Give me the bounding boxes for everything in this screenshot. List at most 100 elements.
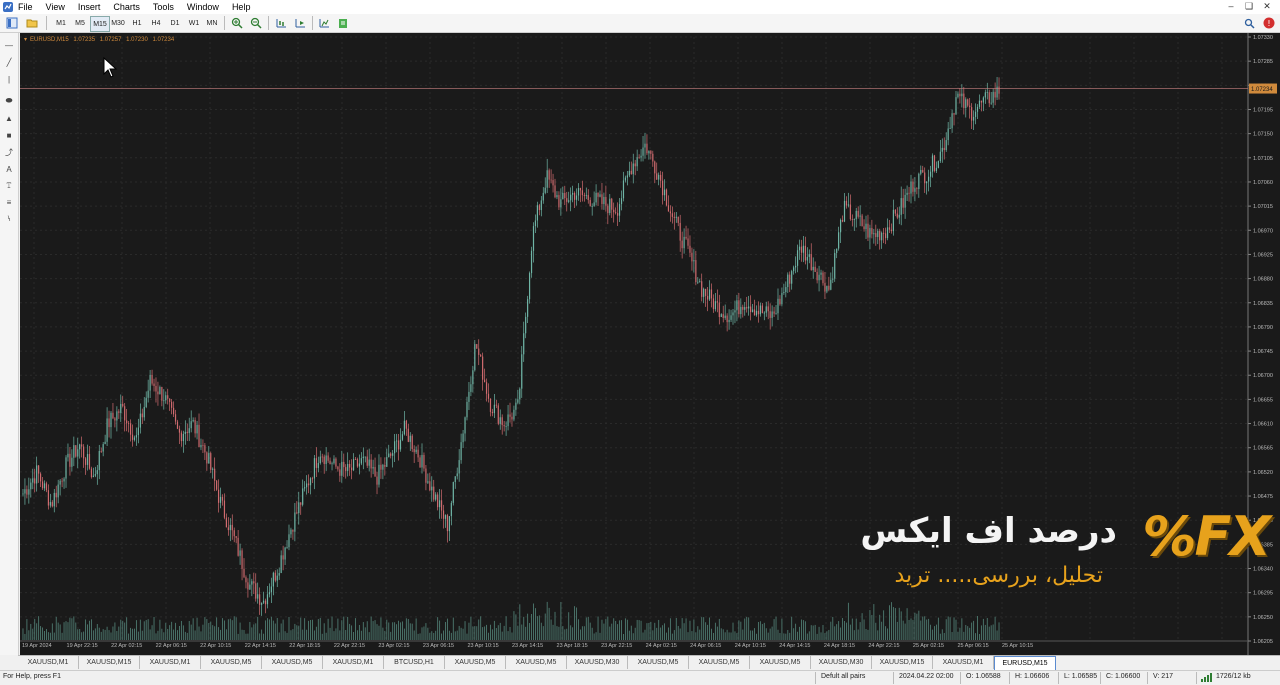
zoom-in-icon[interactable] bbox=[229, 16, 245, 30]
candle-body bbox=[593, 202, 595, 207]
timeframe-m15[interactable]: M15 bbox=[90, 16, 110, 32]
chart-tab[interactable]: XAUUSD,M1 bbox=[933, 656, 994, 669]
timeframe-d1[interactable]: D1 bbox=[166, 16, 184, 30]
alert-icon[interactable]: ! bbox=[1262, 16, 1276, 30]
menu-charts[interactable]: Charts bbox=[113, 2, 140, 12]
rectangle-icon[interactable]: ■ bbox=[3, 129, 15, 141]
candle-body bbox=[839, 219, 842, 233]
open-folder-icon[interactable] bbox=[24, 16, 40, 30]
profile-name[interactable]: Defult all pairs bbox=[821, 673, 865, 680]
chart-tab[interactable]: XAUUSD,M1 bbox=[18, 656, 79, 669]
y-tick-label: 1.06925 bbox=[1253, 252, 1273, 258]
candle-body bbox=[753, 309, 756, 316]
candle-body bbox=[65, 457, 67, 479]
indicators-icon[interactable] bbox=[316, 16, 332, 30]
status-traffic: 1726/12 kb bbox=[1216, 673, 1251, 680]
candle-body bbox=[409, 435, 411, 442]
new-chart-icon[interactable] bbox=[4, 16, 20, 30]
x-tick-label: 24 Apr 10:15 bbox=[735, 643, 766, 649]
candle-body bbox=[929, 171, 932, 177]
timeframe-h1[interactable]: H1 bbox=[128, 16, 146, 30]
timeframe-w1[interactable]: W1 bbox=[185, 16, 203, 30]
chart-tab[interactable]: XAUUSD,M15 bbox=[872, 656, 933, 669]
candle-body bbox=[548, 170, 550, 180]
search-icon[interactable] bbox=[1242, 16, 1256, 30]
menu-window[interactable]: Window bbox=[187, 2, 219, 12]
vertical-line-icon[interactable]: | bbox=[3, 73, 15, 85]
ohlc-open: 1.07235 bbox=[73, 37, 96, 43]
chart-tab[interactable]: XAUUSD,M1 bbox=[323, 656, 384, 669]
chart-tab[interactable]: XAUUSD,M15 bbox=[79, 656, 140, 669]
candle-body bbox=[777, 298, 779, 314]
templates-icon[interactable] bbox=[335, 16, 351, 30]
candle-body bbox=[767, 306, 769, 312]
candle-body bbox=[186, 431, 188, 434]
menu-file[interactable]: File bbox=[18, 2, 33, 12]
candle-body bbox=[591, 206, 593, 207]
collapse-arrow-icon[interactable]: ▾ bbox=[24, 37, 27, 43]
chart-tab[interactable]: XAUUSD,M1 bbox=[140, 656, 201, 669]
menu-tools[interactable]: Tools bbox=[153, 2, 174, 12]
candle-body bbox=[149, 374, 151, 391]
chart-tab[interactable]: XAUUSD,M30 bbox=[567, 656, 628, 669]
candle-body bbox=[327, 455, 329, 461]
chart-tab[interactable]: XAUUSD,M5 bbox=[628, 656, 689, 669]
candle-body bbox=[638, 157, 640, 158]
candle-body bbox=[137, 427, 139, 436]
close-icon[interactable]: ✕ bbox=[1258, 1, 1276, 12]
trendline-icon[interactable]: ╱ bbox=[3, 56, 15, 68]
candle-body bbox=[544, 187, 546, 193]
candle-body bbox=[597, 192, 599, 197]
chart-tab[interactable]: EURUSD,M15 bbox=[994, 656, 1056, 671]
timeframe-m1[interactable]: M1 bbox=[52, 16, 70, 30]
candle-body bbox=[294, 512, 296, 532]
candle-body bbox=[699, 281, 701, 283]
candle-body bbox=[904, 194, 906, 208]
menu-view[interactable]: View bbox=[46, 2, 65, 12]
timeframe-m5[interactable]: M5 bbox=[71, 16, 89, 30]
candle-body bbox=[892, 209, 894, 232]
chart-shift-icon[interactable] bbox=[273, 16, 289, 30]
y-tick-label: 1.06835 bbox=[1253, 301, 1273, 307]
candle-body bbox=[757, 310, 760, 315]
candle-body bbox=[536, 205, 539, 221]
fibonacci-icon[interactable]: ⧷ bbox=[3, 213, 15, 225]
chart-tab[interactable]: XAUUSD,M5 bbox=[689, 656, 750, 669]
timeframe-h4[interactable]: H4 bbox=[147, 16, 165, 30]
candle-body bbox=[573, 192, 576, 200]
text-label-icon[interactable]: 𝚃 bbox=[3, 180, 15, 192]
candle-body bbox=[572, 192, 574, 195]
candle-body bbox=[237, 537, 239, 556]
restore-icon[interactable]: ❑ bbox=[1240, 1, 1258, 12]
chart-tab[interactable]: BTCUSD,H1 bbox=[384, 656, 445, 669]
candle-body bbox=[922, 169, 924, 173]
chart-tab[interactable]: XAUUSD,M5 bbox=[445, 656, 506, 669]
arrows-icon[interactable]: ⤴ bbox=[3, 146, 15, 158]
ellipse-icon[interactable]: ⬬ bbox=[3, 95, 15, 107]
chart-tab[interactable]: XAUUSD,M5 bbox=[750, 656, 811, 669]
candle-body bbox=[865, 223, 867, 230]
candle-body bbox=[859, 215, 861, 217]
channel-icon[interactable]: ≡ bbox=[3, 196, 15, 208]
autoscroll-icon[interactable] bbox=[292, 16, 308, 30]
timeframe-m30[interactable]: M30 bbox=[109, 16, 127, 30]
candle-body bbox=[587, 195, 589, 201]
horizontal-line-icon[interactable]: — bbox=[3, 39, 15, 51]
candle-body bbox=[63, 478, 65, 482]
candle-body bbox=[435, 494, 437, 500]
zoom-out-icon[interactable] bbox=[248, 16, 264, 30]
chart-tab[interactable]: XAUUSD,M5 bbox=[506, 656, 567, 669]
menu-help[interactable]: Help bbox=[232, 2, 251, 12]
triangle-icon[interactable]: ▲ bbox=[3, 112, 15, 124]
text-icon[interactable]: A bbox=[3, 163, 15, 175]
candle-body bbox=[315, 458, 317, 468]
candle-body bbox=[59, 480, 61, 485]
chart-tab[interactable]: XAUUSD,M5 bbox=[262, 656, 323, 669]
minimize-icon[interactable]: – bbox=[1222, 1, 1240, 12]
menu-insert[interactable]: Insert bbox=[78, 2, 101, 12]
timeframe-mn[interactable]: MN bbox=[203, 16, 221, 30]
chart-tab[interactable]: XAUUSD,M30 bbox=[811, 656, 872, 669]
candle-body bbox=[485, 382, 488, 394]
chart-tab[interactable]: XAUUSD,M5 bbox=[201, 656, 262, 669]
candle-body bbox=[83, 446, 85, 459]
